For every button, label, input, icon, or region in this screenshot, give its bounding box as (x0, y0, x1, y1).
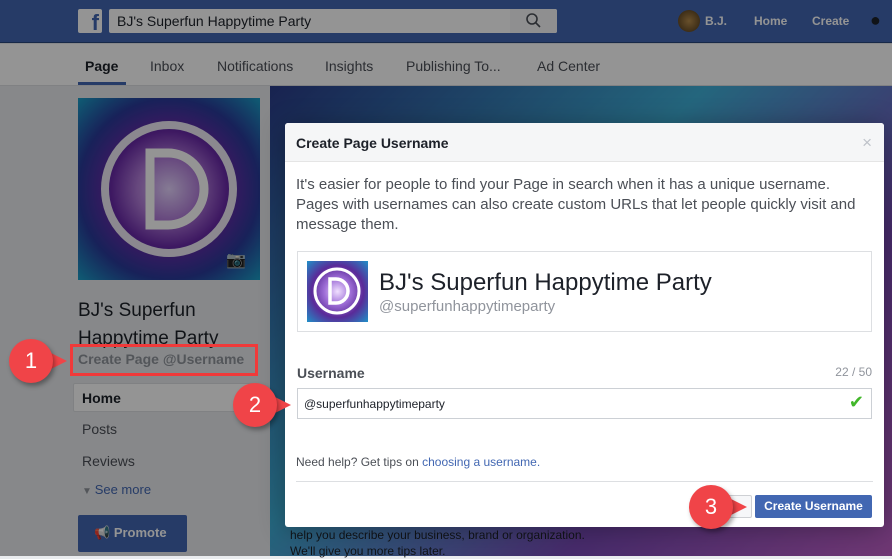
create-username-dialog: Create Page Username × It's easier for p… (285, 123, 884, 527)
help-text-label: Need help? Get tips on (296, 455, 423, 469)
divider (296, 481, 873, 482)
preview-handle: @superfunhappytimeparty (379, 298, 556, 315)
callout-number: 3 (689, 485, 733, 529)
callout-2: 2 (233, 383, 291, 427)
callout-3: 3 (689, 485, 747, 529)
create-username-button[interactable]: Create Username (755, 495, 872, 518)
character-count: 22 / 50 (835, 365, 872, 379)
close-icon[interactable]: × (862, 133, 872, 153)
checkmark-icon: ✔ (848, 392, 864, 412)
choosing-username-link[interactable]: choosing a username. (422, 455, 540, 469)
username-label: Username (297, 365, 365, 381)
callout-number: 2 (233, 383, 277, 427)
help-text: Need help? Get tips on choosing a userna… (296, 455, 540, 469)
username-input[interactable]: @superfunhappytimeparty (297, 388, 872, 419)
callout-number: 1 (9, 339, 53, 383)
preview-picture (307, 261, 368, 322)
dialog-description: It's easier for people to find your Page… (296, 176, 856, 233)
callout-1: 1 (9, 339, 67, 383)
preview-page-name: BJ's Superfun Happytime Party (379, 269, 712, 296)
highlight-box (70, 344, 258, 376)
page-preview: BJ's Superfun Happytime Party @superfunh… (297, 251, 872, 332)
dialog-title: Create Page Username (285, 123, 884, 162)
